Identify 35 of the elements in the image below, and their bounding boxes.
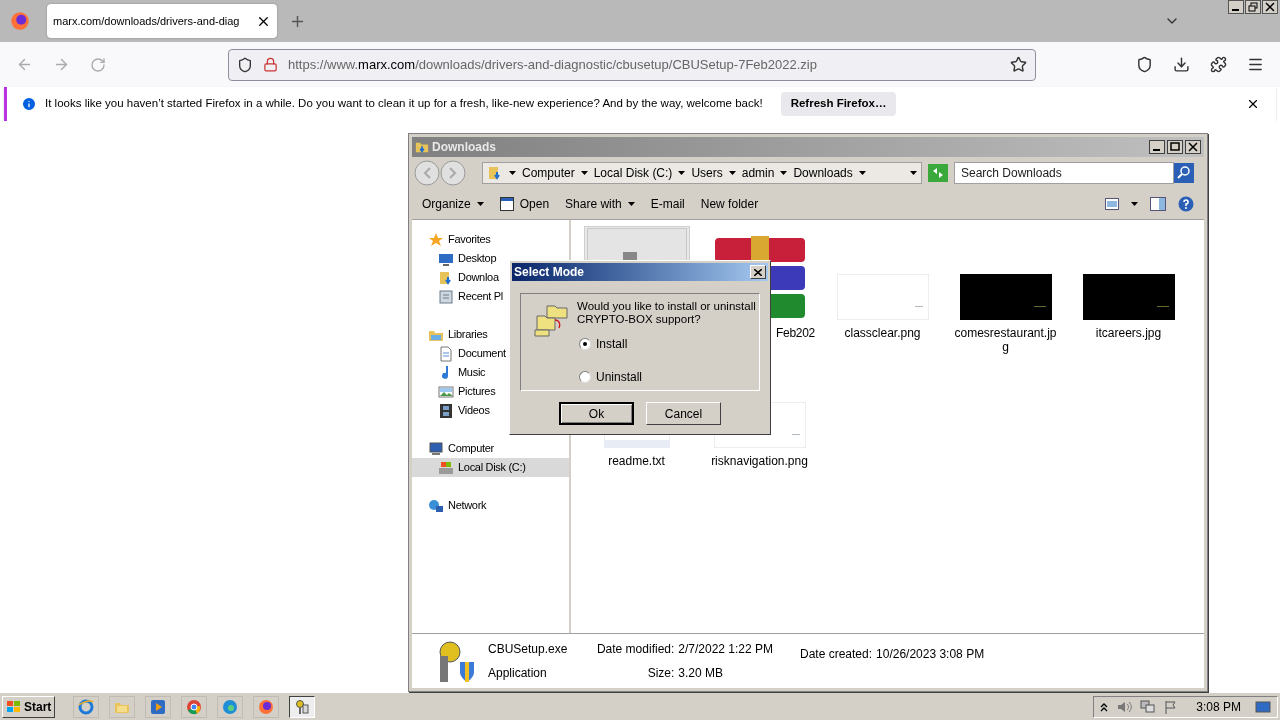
file-name: classclear.png bbox=[844, 326, 921, 340]
file-name: risknavigation.png bbox=[711, 454, 808, 468]
nav-label: Local Disk (C:) bbox=[458, 460, 526, 476]
url-text: https://www.marx.com/downloads/drivers-and-diagnostic/cbusetup/CBUSetup-7Feb2022.zip bbox=[288, 55, 818, 74]
detail-label: Date modified: bbox=[595, 641, 675, 658]
nav-label: Desktop bbox=[458, 251, 497, 267]
file-name: itcareers.jpg bbox=[1095, 326, 1162, 340]
nav-label: Pictures bbox=[458, 384, 496, 400]
detail-label: Size: bbox=[646, 665, 675, 682]
dialog-title: Select Mode bbox=[514, 264, 585, 281]
nav-label: Libraries bbox=[448, 327, 488, 343]
nav-label: Downloa bbox=[458, 270, 499, 286]
file-name: Feb202 bbox=[776, 326, 816, 340]
file-name: readme.txt bbox=[608, 454, 665, 468]
nav-label: Music bbox=[458, 365, 486, 381]
window-title: Downloads bbox=[432, 139, 496, 156]
search-placeholder: Search Downloads bbox=[961, 165, 1063, 182]
detail-label: Date created: bbox=[800, 646, 873, 663]
nav-label: Favorites bbox=[448, 232, 491, 248]
file-name: comesrestaurant.jp bbox=[954, 326, 1057, 340]
file-name: g bbox=[1002, 340, 1009, 354]
detail-value: 3.20 MB bbox=[678, 665, 724, 682]
nav-label: Recent Pl bbox=[458, 289, 503, 305]
file-name: CBUSetup.exe bbox=[488, 641, 569, 658]
nav-label: Network bbox=[448, 498, 487, 514]
nav-label: Document bbox=[458, 346, 506, 362]
notification-message: It looks like you haven’t started Firefox in a while. Do you want to clean it up for a fresh, like-new experience? And by the way, welcome back! bbox=[45, 96, 763, 112]
dialog-question: Would you like to install or uninstall CRYPTO-BOX support? bbox=[577, 300, 757, 326]
file-type: Application bbox=[488, 665, 548, 682]
detail-value: 2/7/2022 1:22 PM bbox=[678, 641, 775, 658]
tab-title: marx.com/downloads/drivers-and-diag bbox=[53, 13, 241, 29]
clock: 3:08 PM bbox=[1196, 698, 1241, 716]
nav-label: Computer bbox=[448, 441, 494, 457]
detail-value: 10/26/2023 3:08 PM bbox=[876, 646, 985, 663]
nav-label: Videos bbox=[458, 403, 490, 419]
